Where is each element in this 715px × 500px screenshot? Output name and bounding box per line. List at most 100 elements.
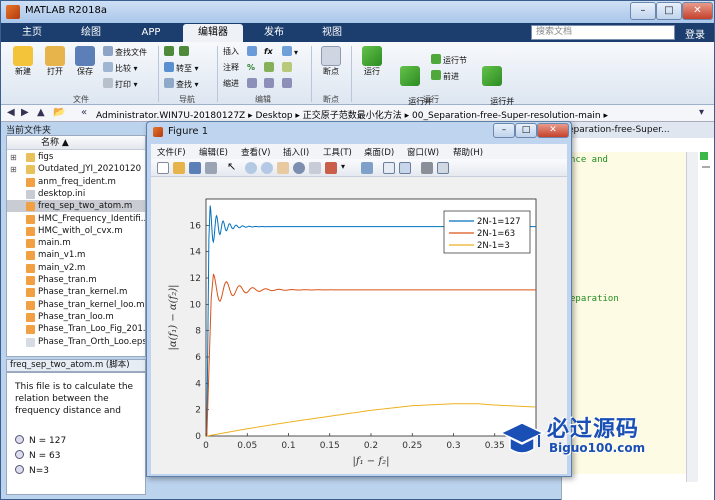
browse-folder-icon[interactable]: 📂 bbox=[53, 107, 65, 118]
pan-icon[interactable] bbox=[277, 162, 289, 174]
minimize-button[interactable]: – bbox=[630, 2, 656, 20]
data-cursor-icon[interactable] bbox=[309, 162, 321, 174]
file-name: main.m bbox=[38, 238, 71, 249]
file-list-item[interactable]: Phase_Tran_Orth_Loo.eps bbox=[7, 336, 145, 348]
tab-apps[interactable]: APP bbox=[123, 24, 179, 42]
save-icon[interactable] bbox=[189, 162, 201, 174]
indent-decrease-button[interactable] bbox=[282, 78, 294, 90]
show-tools-icon[interactable] bbox=[437, 162, 449, 174]
open-button[interactable]: 打开 bbox=[41, 46, 69, 77]
file-list-item[interactable]: ⊞ figs bbox=[7, 151, 145, 163]
editor-text: nce and bbox=[570, 155, 608, 165]
figure-close-button[interactable]: ✕ bbox=[537, 123, 569, 138]
goto-button[interactable]: 转至 ▾ bbox=[164, 62, 199, 74]
insert-button[interactable]: 插入 bbox=[223, 46, 239, 58]
column-header-name[interactable]: 名称 ▲ bbox=[7, 136, 145, 150]
details-item[interactable]: N = 63 bbox=[15, 450, 60, 461]
print-icon[interactable] bbox=[205, 162, 217, 174]
current-path[interactable]: Administrator.WIN7U-20180127Z ▸ Desktop … bbox=[96, 108, 608, 121]
menu-insert[interactable]: 插入(I) bbox=[283, 146, 309, 158]
tab-editor[interactable]: 编辑器 bbox=[183, 24, 243, 42]
login-link[interactable]: 登录 bbox=[685, 26, 705, 41]
file-list-item[interactable]: Phase_tran.m bbox=[7, 274, 145, 286]
file-list-item[interactable]: main_v1.m bbox=[7, 249, 145, 261]
back-icon[interactable]: ◀ bbox=[7, 107, 15, 118]
details-item[interactable]: N=3 bbox=[15, 465, 49, 476]
editor-tab[interactable]: eparation-free-Super... bbox=[562, 122, 714, 138]
file-list-item[interactable]: desktop.ini bbox=[7, 188, 145, 200]
file-list-item[interactable]: Phase_tran_kernel_loo.m bbox=[7, 299, 145, 311]
search-input[interactable]: 搜索文档 bbox=[531, 25, 675, 40]
maximize-button[interactable]: □ bbox=[656, 2, 682, 20]
run-section-button[interactable]: 运行节 bbox=[431, 54, 467, 66]
file-list-item[interactable]: Phase_Tran_Loo_Fig_201... bbox=[7, 323, 145, 335]
link-plot-icon[interactable] bbox=[361, 162, 373, 174]
indent-button[interactable]: 缩进 bbox=[223, 78, 239, 90]
run-button[interactable]: 运行 bbox=[357, 46, 387, 77]
advance-button[interactable]: 前进 bbox=[431, 70, 459, 82]
file-list-item[interactable]: main_v2.m bbox=[7, 262, 145, 274]
file-list-item[interactable]: HMC_Frequency_Identifi... bbox=[7, 213, 145, 225]
file-list-item[interactable]: ⊞ Outdated_JYI_20210120 bbox=[7, 163, 145, 175]
rotate-icon[interactable] bbox=[293, 162, 305, 174]
chevron-double-icon[interactable]: « bbox=[81, 107, 87, 118]
comment-add-button[interactable]: % bbox=[247, 62, 255, 74]
tab-view[interactable]: 视图 bbox=[305, 24, 359, 42]
find-files-button[interactable]: 查找文件 bbox=[103, 46, 147, 58]
open-file-icon[interactable] bbox=[173, 162, 185, 174]
hide-tools-icon[interactable] bbox=[421, 162, 433, 174]
smart-indent-button[interactable] bbox=[247, 78, 259, 90]
menu-help[interactable]: 帮助(H) bbox=[453, 146, 483, 158]
expand-icon[interactable]: ⊞ bbox=[10, 164, 17, 176]
file-list-item[interactable]: Phase_tran_loo.m bbox=[7, 311, 145, 323]
up-folder-icon[interactable]: ▲ bbox=[37, 107, 45, 118]
file-list-item[interactable]: Phase_tran_kernel.m bbox=[7, 286, 145, 298]
menu-tools[interactable]: 工具(T) bbox=[323, 146, 352, 158]
expand-icon[interactable]: ⊞ bbox=[10, 152, 17, 164]
menu-edit[interactable]: 编辑(E) bbox=[199, 146, 228, 158]
figure-maximize-button[interactable]: □ bbox=[515, 123, 537, 138]
menu-view[interactable]: 查看(V) bbox=[241, 146, 270, 158]
chevron-down-icon[interactable]: ▾ bbox=[699, 107, 704, 118]
print-button[interactable]: 打印 ▾ bbox=[103, 78, 138, 90]
pointer-icon[interactable]: ↖ bbox=[227, 161, 236, 174]
forward-icon[interactable]: ▶ bbox=[21, 107, 29, 118]
compare-button[interactable]: 比较 ▾ bbox=[103, 62, 138, 74]
menu-desktop[interactable]: 桌面(D) bbox=[364, 146, 394, 158]
wrap-comment-button[interactable] bbox=[282, 62, 294, 74]
indent-increase-button[interactable] bbox=[264, 78, 276, 90]
tab-plots[interactable]: 绘图 bbox=[63, 24, 119, 42]
legend-icon[interactable] bbox=[399, 162, 411, 174]
colorbar-icon[interactable] bbox=[383, 162, 395, 174]
find-button[interactable]: 查找 ▾ bbox=[164, 78, 199, 90]
file-list-item[interactable]: anm_freq_ident.m bbox=[7, 176, 145, 188]
nav-forward-button[interactable] bbox=[179, 46, 191, 58]
menu-window[interactable]: 窗口(W) bbox=[407, 146, 439, 158]
menu-file[interactable]: 文件(F) bbox=[157, 146, 186, 158]
chevron-down-icon[interactable]: ▾ bbox=[341, 162, 349, 174]
zoom-in-icon[interactable] bbox=[245, 162, 257, 174]
tab-home[interactable]: 主页 bbox=[7, 24, 57, 42]
code-analyzer-ok-icon[interactable] bbox=[700, 152, 708, 160]
comment-button[interactable]: 注释 bbox=[223, 62, 239, 74]
insert-function-button[interactable]: fx bbox=[264, 46, 273, 58]
insert-more-button[interactable]: ▾ bbox=[282, 46, 298, 58]
file-list-item[interactable]: main.m bbox=[7, 237, 145, 249]
nav-back-button[interactable] bbox=[164, 46, 176, 58]
file-list-item[interactable]: freq_sep_two_atom.m bbox=[7, 200, 145, 213]
uncomment-icon bbox=[264, 62, 274, 72]
comment-remove-button[interactable] bbox=[264, 62, 276, 74]
zoom-out-icon[interactable] bbox=[261, 162, 273, 174]
new-figure-icon[interactable] bbox=[157, 162, 169, 174]
breakpoints-button[interactable]: 断点 bbox=[317, 46, 345, 77]
new-button[interactable]: 新建 bbox=[9, 46, 37, 77]
details-item[interactable]: N = 127 bbox=[15, 435, 66, 446]
figure-minimize-button[interactable]: – bbox=[493, 123, 515, 138]
tab-publish[interactable]: 发布 bbox=[247, 24, 301, 42]
insert-section-button[interactable] bbox=[247, 46, 259, 58]
close-button[interactable]: ✕ bbox=[682, 2, 713, 20]
save-button[interactable]: 保存 bbox=[71, 46, 99, 77]
brush-icon[interactable] bbox=[325, 162, 337, 174]
editor-scrollbar[interactable] bbox=[686, 152, 698, 482]
file-list-item[interactable]: HMC_with_ol_cvx.m bbox=[7, 225, 145, 237]
